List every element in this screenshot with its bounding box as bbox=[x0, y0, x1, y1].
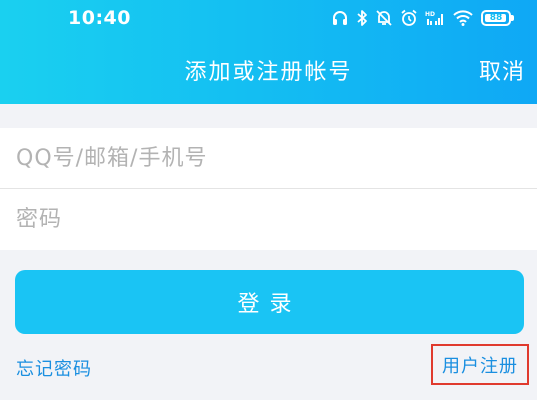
status-icons: HD 88 bbox=[331, 8, 514, 28]
login-form bbox=[0, 128, 537, 250]
header: 10:40 HD 88 添加或注册帐号 取消 bbox=[0, 0, 537, 104]
section-spacer bbox=[0, 104, 537, 128]
wifi-icon bbox=[452, 9, 474, 27]
account-input[interactable] bbox=[16, 146, 516, 171]
alarm-icon bbox=[400, 9, 418, 27]
alarm-off-icon bbox=[375, 9, 393, 27]
status-bar: 10:40 HD 88 bbox=[0, 0, 537, 36]
cancel-button[interactable]: 取消 bbox=[479, 54, 525, 86]
battery-icon: 88 bbox=[481, 10, 514, 26]
hd-signal-icon: HD bbox=[425, 9, 445, 27]
forgot-password-link[interactable]: 忘记密码 bbox=[16, 355, 92, 381]
battery-cap bbox=[511, 15, 514, 21]
register-link[interactable]: 用户注册 bbox=[442, 352, 518, 378]
battery-level: 88 bbox=[489, 12, 503, 23]
svg-text:HD: HD bbox=[425, 11, 435, 18]
bluetooth-icon bbox=[356, 9, 368, 27]
account-field[interactable] bbox=[0, 128, 537, 189]
status-time: 10:40 bbox=[68, 7, 131, 29]
page-title: 添加或注册帐号 bbox=[184, 60, 353, 85]
headphones-icon bbox=[331, 9, 349, 27]
register-highlight-box: 用户注册 bbox=[431, 344, 529, 385]
password-field[interactable] bbox=[0, 189, 537, 250]
login-button[interactable]: 登录 bbox=[15, 270, 524, 334]
password-input[interactable] bbox=[16, 207, 516, 232]
